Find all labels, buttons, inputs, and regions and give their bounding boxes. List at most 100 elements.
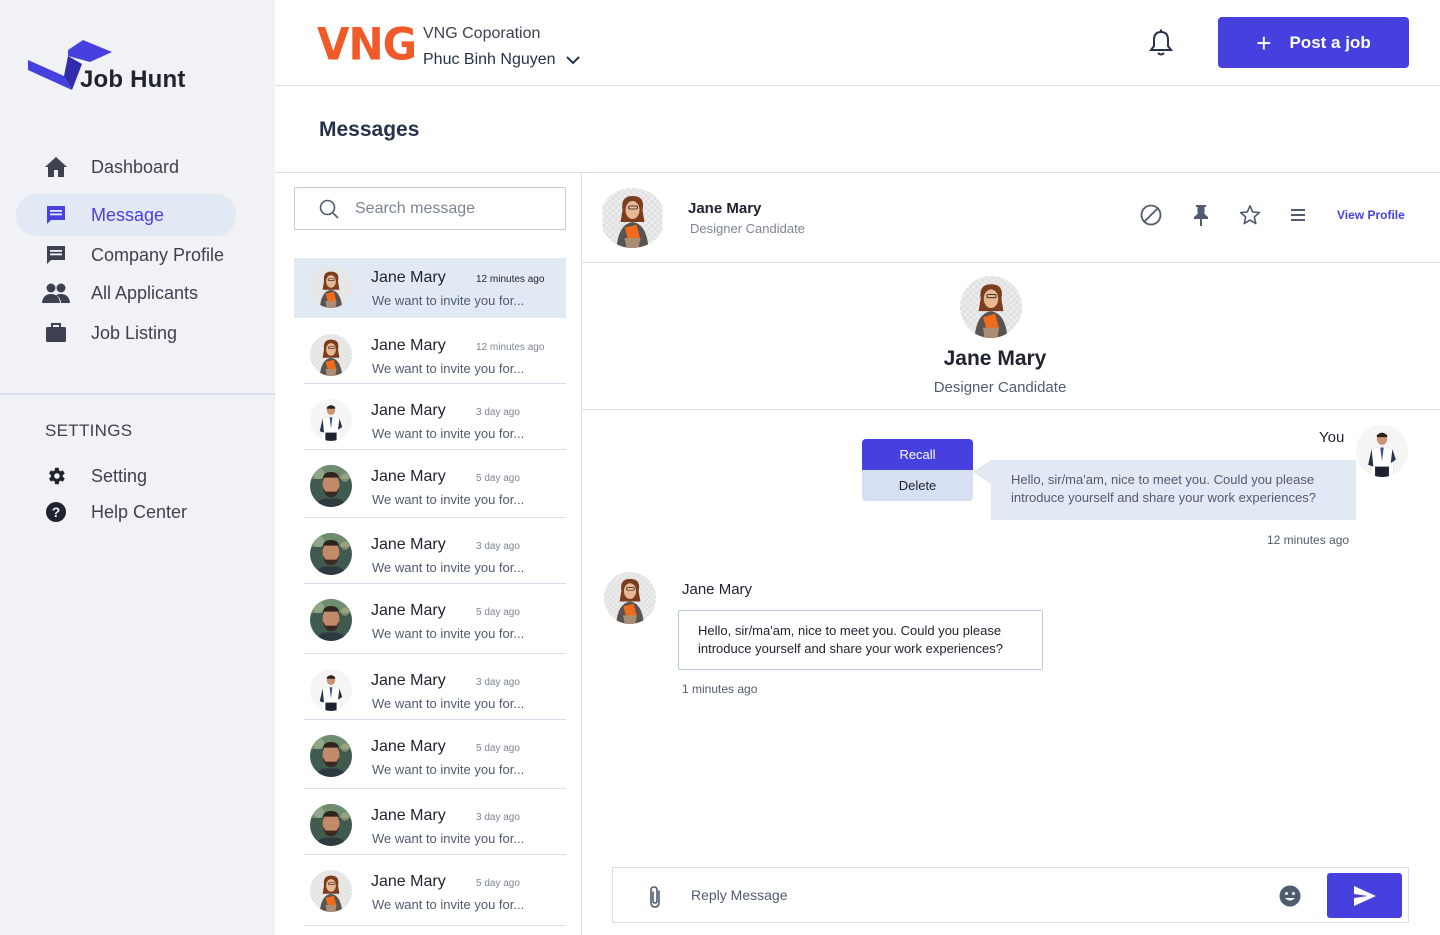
conversation-preview: We want to invite you for... — [372, 696, 525, 711]
contact-message-avatar — [604, 572, 656, 624]
app-logo[interactable]: Job Hunt — [28, 38, 228, 98]
conversation-name: Jane Mary — [371, 337, 446, 354]
my-message-bubble[interactable]: Hello, sir/ma'am, nice to meet you. Coul… — [991, 460, 1356, 520]
reply-input[interactable] — [691, 887, 1251, 903]
sidebar-item-setting[interactable]: Setting — [16, 458, 236, 494]
conversation-time: 3 day ago — [476, 677, 520, 688]
my-message-time: 12 minutes ago — [1267, 533, 1350, 547]
conversation-name: Jane Mary — [371, 402, 446, 419]
conversation-preview: We want to invite you for... — [372, 492, 525, 507]
conversation-item[interactable]: Jane Mary 5 day ago We want to invite you … — [304, 862, 566, 922]
send-button[interactable] — [1327, 873, 1402, 918]
conversation-item[interactable]: Jane Mary 5 day ago We want to invite you … — [304, 591, 566, 651]
conversation-item[interactable]: Jane Mary 12 minutes ago We want to invite… — [294, 258, 566, 318]
profile-summary: Jane Mary Designer Candidate — [582, 263, 1440, 410]
contact-message-time: 1 minutes ago — [682, 682, 758, 696]
conversation-time: 5 day ago — [476, 607, 520, 618]
app-name: Job Hunt — [80, 66, 186, 93]
profile-avatar — [960, 276, 1022, 338]
block-icon[interactable] — [1139, 203, 1163, 227]
recall-button[interactable]: Recall — [862, 439, 973, 470]
sidebar-item-dashboard[interactable]: Dashboard — [16, 148, 236, 186]
emoji-icon[interactable] — [1278, 884, 1302, 908]
conversation-preview: We want to invite you for... — [372, 361, 525, 376]
contact-role: Designer Candidate — [690, 221, 805, 236]
conversation-item[interactable]: Jane Mary 12 minutes ago We want to invite… — [304, 326, 566, 386]
briefcase-icon — [42, 319, 70, 347]
conversation-divider — [304, 925, 566, 926]
attachment-icon[interactable] — [645, 884, 665, 910]
sidebar-item-label: Message — [91, 204, 165, 225]
conversation-name: Jane Mary — [371, 672, 446, 689]
sidebar-item-label: All Applicants — [91, 282, 199, 303]
conversation-time: 3 day ago — [476, 812, 520, 823]
delete-button[interactable]: Delete — [862, 470, 973, 501]
conversation-divider — [304, 653, 566, 654]
conversation-divider — [304, 517, 566, 518]
conversation-item[interactable]: Jane Mary 3 day ago We want to invite you … — [304, 525, 566, 585]
sidebar-item-label: Help Center — [91, 501, 188, 522]
view-profile-link[interactable]: View Profile — [1337, 208, 1405, 222]
sidebar-item-help-center[interactable]: ? Help Center — [16, 494, 236, 530]
search-input[interactable] — [355, 199, 555, 218]
sidebar-item-job-listing[interactable]: Job Listing — [16, 314, 236, 352]
contact-name: Jane Mary — [688, 200, 762, 217]
conversation-item[interactable]: Jane Mary 5 day ago We want to invite you … — [304, 727, 566, 787]
conversation-divider — [304, 788, 566, 789]
conversation-list: Jane Mary 12 minutes ago We want to invite… — [275, 173, 582, 935]
message-context-menu: Recall Delete — [862, 439, 973, 501]
home-icon — [42, 153, 70, 181]
sidebar-item-message[interactable]: Message — [16, 194, 236, 236]
main-nav: Dashboard Message Company Profile All Ap… — [16, 146, 236, 352]
conversation-time: 12 minutes ago — [476, 342, 545, 353]
conversation-time: 5 day ago — [476, 473, 520, 484]
contact-avatar[interactable] — [600, 188, 665, 248]
conversation-item[interactable]: Jane Mary 3 day ago We want to invite you … — [304, 796, 566, 856]
sidebar-item-company-profile[interactable]: Company Profile — [16, 236, 236, 274]
conversation-avatar — [310, 599, 352, 641]
conversation-avatar — [310, 669, 352, 711]
sidebar-item-label: Setting — [91, 465, 148, 486]
conversation-preview: We want to invite you for... — [372, 626, 525, 641]
conversation-item[interactable]: Jane Mary 3 day ago We want to invite you … — [304, 391, 566, 451]
conversation-item[interactable]: Jane Mary 3 day ago We want to invite you … — [304, 661, 566, 721]
gear-icon — [42, 462, 70, 490]
sidebar-item-label: Job Listing — [91, 322, 178, 343]
company-icon — [42, 241, 70, 269]
menu-icon[interactable] — [1287, 203, 1311, 227]
sidebar-item-label: Company Profile — [91, 244, 225, 265]
contact-message-bubble[interactable]: Hello, sir/ma'am, nice to meet you. Coul… — [678, 610, 1043, 670]
search-icon — [319, 199, 339, 219]
bell-icon[interactable] — [1148, 29, 1174, 57]
conversation-avatar — [310, 533, 352, 575]
reply-box — [612, 867, 1409, 923]
conversation-preview: We want to invite you for... — [372, 897, 525, 912]
page-title: Messages — [319, 118, 420, 141]
settings-nav: Setting ? Help Center — [16, 458, 236, 530]
post-job-button[interactable]: + Post a job — [1218, 17, 1409, 68]
conversation-divider — [304, 383, 566, 384]
my-avatar — [1356, 425, 1408, 477]
conversation-preview: We want to invite you for... — [372, 426, 525, 441]
settings-heading: SETTINGS — [45, 421, 133, 440]
people-icon — [42, 279, 70, 307]
star-icon[interactable] — [1238, 203, 1262, 227]
conversation-preview: We want to invite you for... — [372, 762, 525, 777]
conversation-time: 5 day ago — [476, 743, 520, 754]
company-logo: VNG — [317, 18, 417, 71]
conversation-name: Jane Mary — [371, 468, 446, 485]
search-box[interactable] — [294, 187, 566, 230]
conversation-time: 12 minutes ago — [476, 274, 545, 285]
company-switcher[interactable]: Phuc Binh Nguyen — [423, 51, 580, 69]
conversation-divider — [304, 583, 566, 584]
conversation-divider — [304, 449, 566, 450]
pin-icon[interactable] — [1189, 203, 1213, 227]
help-icon: ? — [42, 498, 70, 526]
conversation-item[interactable]: Jane Mary 5 day ago We want to invite you … — [304, 457, 566, 517]
bubble-tail — [973, 460, 991, 484]
post-job-label: Post a job — [1289, 32, 1371, 52]
sidebar-item-all-applicants[interactable]: All Applicants — [16, 274, 236, 312]
conversation-avatar — [310, 399, 352, 441]
contact-message-name: Jane Mary — [682, 581, 753, 598]
conversation-name: Jane Mary — [371, 738, 446, 755]
